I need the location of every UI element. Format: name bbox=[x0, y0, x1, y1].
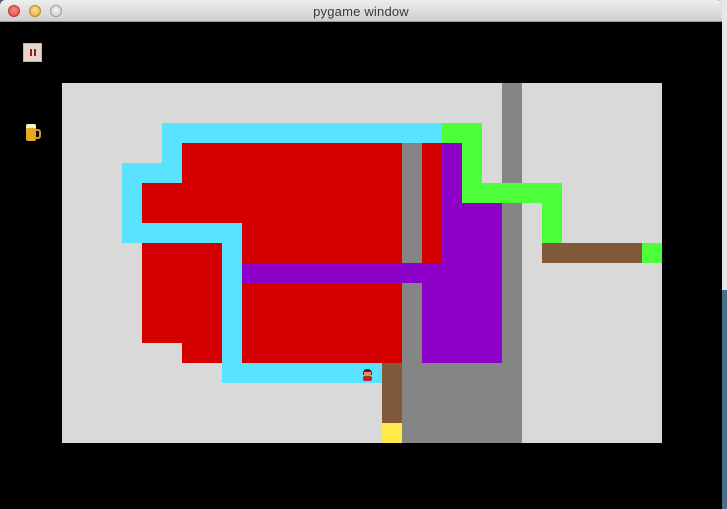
brown-path bbox=[542, 243, 642, 263]
red-region bbox=[422, 143, 442, 263]
cyan-path bbox=[222, 223, 242, 383]
game-board[interactable] bbox=[62, 83, 662, 443]
pause-icon[interactable] bbox=[23, 43, 42, 62]
red-region bbox=[142, 183, 182, 223]
title-bar[interactable]: pygame window bbox=[0, 0, 722, 22]
cyan-path bbox=[162, 123, 182, 163]
cyan-path bbox=[222, 363, 382, 383]
green-path bbox=[542, 183, 562, 243]
gray-strip bbox=[402, 143, 422, 343]
red-region bbox=[142, 243, 222, 343]
cyan-path bbox=[162, 123, 442, 143]
player-sprite bbox=[362, 369, 373, 381]
beer-mug-icon bbox=[26, 124, 41, 141]
purple-region bbox=[422, 263, 502, 363]
yellow-goal-tile bbox=[382, 423, 402, 443]
window-title: pygame window bbox=[313, 4, 409, 19]
brown-path bbox=[382, 363, 402, 423]
gray-column bbox=[502, 83, 522, 443]
green-tile bbox=[642, 243, 662, 263]
purple-bar bbox=[242, 263, 422, 283]
purple-region bbox=[462, 203, 502, 263]
app-window: pygame window bbox=[0, 0, 722, 509]
player-shirt bbox=[363, 376, 372, 381]
